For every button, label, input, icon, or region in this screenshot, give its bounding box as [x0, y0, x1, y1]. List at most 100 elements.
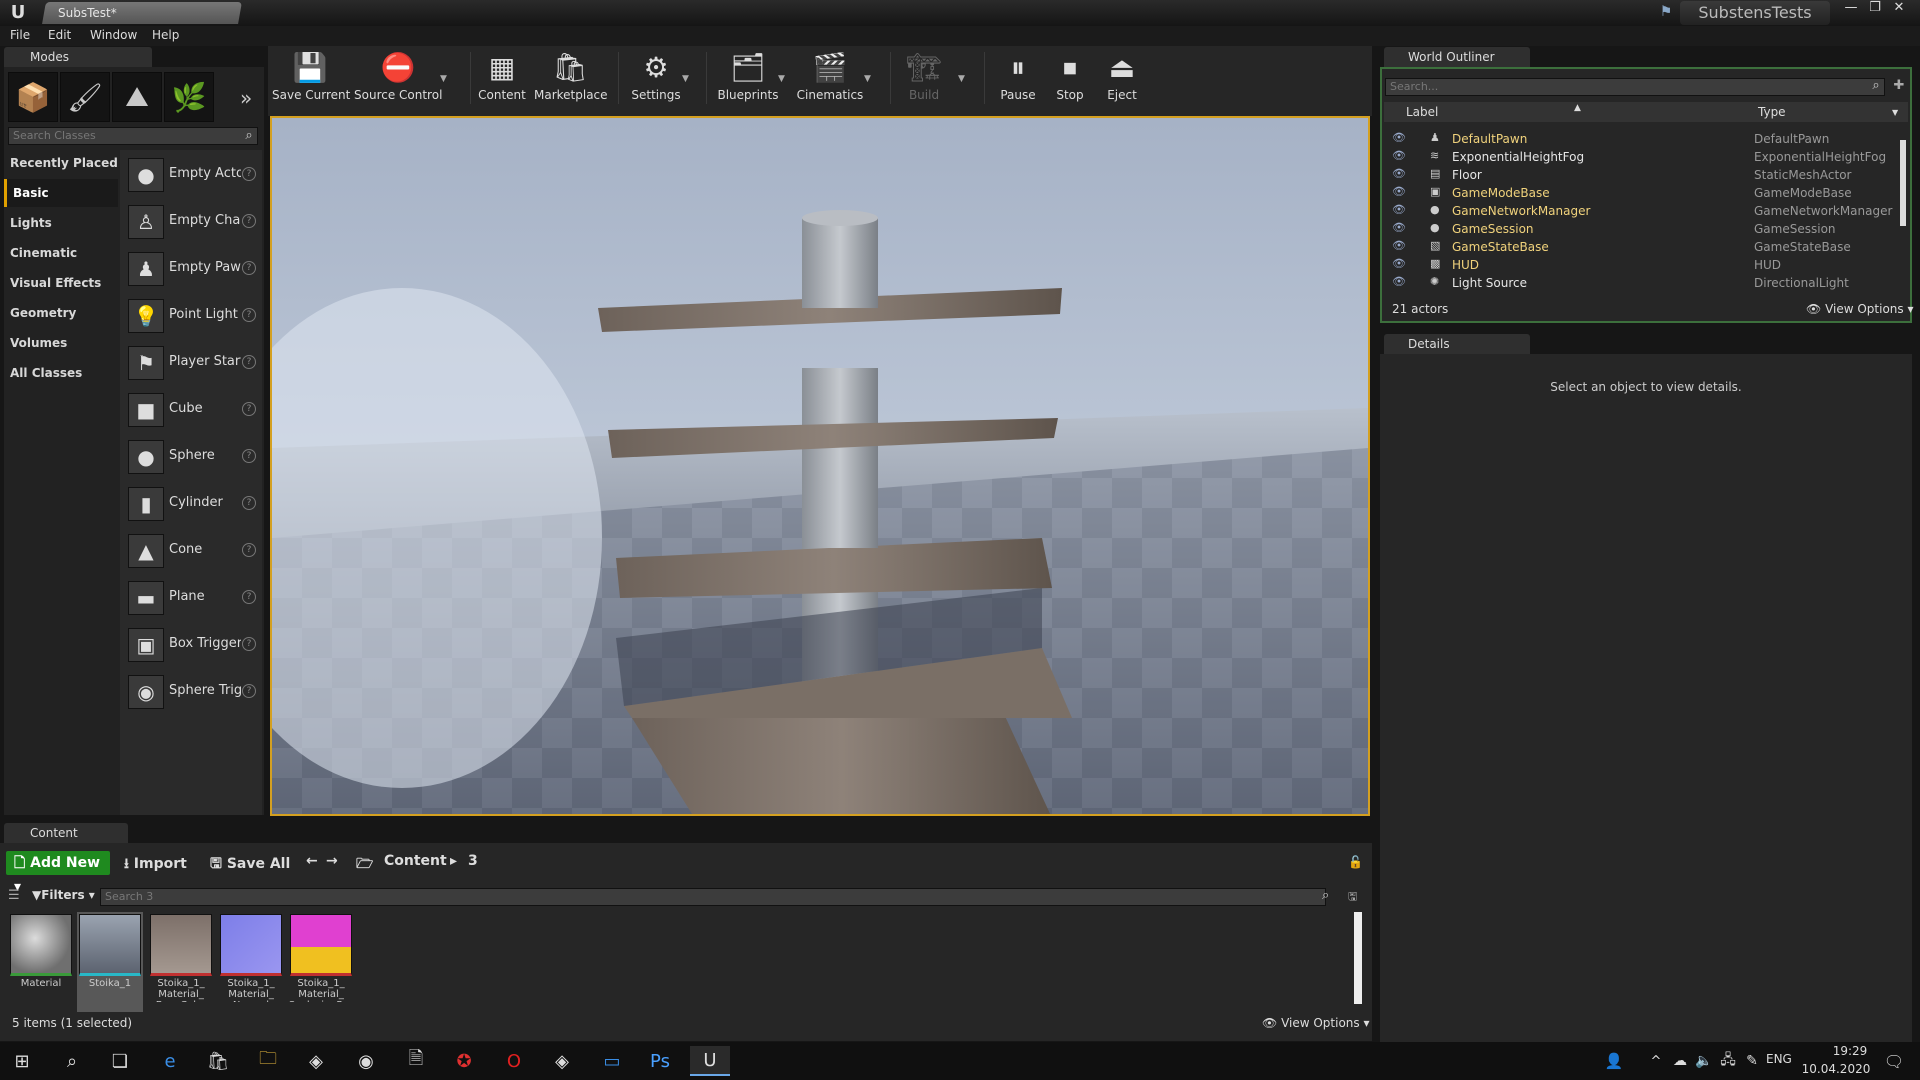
add-actor-icon[interactable]: ✚	[1890, 78, 1908, 96]
help-icon[interactable]: ?	[242, 543, 256, 557]
document-tab[interactable]: SubsTest*	[42, 2, 242, 24]
clock-time[interactable]: 19:29	[1820, 1044, 1880, 1058]
outliner-row[interactable]: 👁 ● GameSession GameSession	[1384, 220, 1898, 238]
save-current-button[interactable]: 💾 Save Current	[272, 48, 350, 108]
marketplace-button[interactable]: 🛍 Marketplace	[534, 48, 608, 108]
more-modes-chevron-icon[interactable]: »	[240, 86, 252, 110]
place-item-cone[interactable]: ▲ Cone?	[124, 528, 262, 572]
maximize-button[interactable]: ❐	[1864, 0, 1886, 18]
category-cinematic[interactable]: Cinematic	[4, 239, 118, 267]
help-icon[interactable]: ?	[242, 308, 256, 322]
place-item-empty-pawn[interactable]: ♟ Empty Pawn?	[124, 246, 262, 290]
substance-app-icon[interactable]: ◈	[296, 1046, 336, 1076]
clock-date[interactable]: 10.04.2020	[1800, 1062, 1872, 1076]
category-basic[interactable]: Basic	[4, 179, 118, 207]
substance-painter-icon[interactable]: ◈	[542, 1046, 582, 1076]
minimize-button[interactable]: —	[1840, 0, 1862, 18]
window-app-icon[interactable]: ▭	[592, 1046, 632, 1076]
details-tab[interactable]: Details	[1384, 334, 1530, 354]
breadcrumb-content[interactable]: Content	[384, 853, 447, 869]
red-app-icon[interactable]: ✪	[444, 1046, 484, 1076]
outliner-row[interactable]: 👁 ≋ ExponentialHeightFog ExponentialHeightF…	[1384, 148, 1898, 166]
cinematics-dropdown-icon[interactable]: ▼	[864, 74, 871, 84]
outliner-row[interactable]: 👁 ● GameNetworkManager GameNetworkManager	[1384, 202, 1898, 220]
content-button[interactable]: ▦ Content	[476, 48, 528, 108]
outliner-row[interactable]: 👁 ✺ Light Source DirectionalLight	[1384, 274, 1898, 292]
blueprints-button[interactable]: 🗂 Blueprints	[714, 48, 782, 108]
task-view-icon[interactable]: ❏	[100, 1046, 140, 1076]
category-visual-effects[interactable]: Visual Effects	[4, 269, 118, 297]
foliage-mode-button[interactable]: 🌿	[164, 72, 214, 122]
help-icon[interactable]: ?	[242, 355, 256, 369]
asset-stoika-1[interactable]: Stoika_1	[77, 912, 143, 1012]
category-all-classes[interactable]: All Classes	[4, 359, 118, 387]
eye-icon[interactable]: 👁	[1392, 275, 1408, 288]
unreal-engine-taskbar-icon[interactable]: U	[690, 1046, 730, 1076]
filters-button[interactable]: ▼Filters ▾	[32, 888, 95, 902]
opera-icon[interactable]: O	[494, 1046, 534, 1076]
eye-icon[interactable]: 👁	[1392, 185, 1408, 198]
eye-icon[interactable]: 👁	[1392, 203, 1408, 216]
close-button[interactable]: ✕	[1888, 0, 1910, 18]
outliner-search-input[interactable]: Search...	[1385, 78, 1885, 96]
column-type-header[interactable]: Type	[1758, 105, 1786, 119]
eject-button[interactable]: ⏏ Eject	[1098, 48, 1146, 108]
notification-icon[interactable]: 🗨	[1874, 1046, 1914, 1076]
paint-mode-button[interactable]: 🖌	[60, 72, 110, 122]
save-search-icon[interactable]: 🖫	[1348, 888, 1357, 907]
place-item-sphere[interactable]: ● Sphere?	[124, 434, 262, 478]
place-item-cylinder[interactable]: ▮ Cylinder?	[124, 481, 262, 525]
category-geometry[interactable]: Geometry	[4, 299, 118, 327]
place-item-empty-actor[interactable]: ● Empty Actor?	[124, 152, 262, 196]
world-outliner-tab[interactable]: World Outliner	[1384, 47, 1530, 67]
content-view-options-button[interactable]: 👁 View Options ▾	[1262, 1016, 1370, 1030]
eye-icon[interactable]: 👁	[1392, 221, 1408, 234]
column-label-header[interactable]: Label	[1406, 105, 1438, 119]
outliner-row[interactable]: 👁 ♟ DefaultPawn DefaultPawn	[1384, 130, 1898, 148]
source-control-button[interactable]: ⛔ Source Control	[354, 48, 442, 108]
save-all-button[interactable]: 🖫 Save All	[210, 853, 290, 877]
level-viewport[interactable]	[270, 116, 1370, 816]
settings-button[interactable]: ⚙ Settings	[626, 48, 686, 108]
help-icon[interactable]: ?	[242, 496, 256, 510]
eye-icon[interactable]: 👁	[1392, 131, 1408, 144]
outliner-row[interactable]: 👁 ▤ Floor StaticMeshActor	[1384, 166, 1898, 184]
source-control-flag-icon[interactable]: ⚑	[1656, 4, 1676, 22]
category-volumes[interactable]: Volumes	[4, 329, 118, 357]
place-item-empty-character[interactable]: ♙ Empty Character?	[124, 199, 262, 243]
outliner-row[interactable]: 👁 ▩ HUD HUD	[1384, 256, 1898, 274]
build-button[interactable]: 🏗 Build	[898, 48, 950, 108]
content-browser-tab[interactable]: Content Browser	[4, 823, 128, 860]
help-icon[interactable]: ?	[242, 637, 256, 651]
outliner-view-options-button[interactable]: 👁 View Options ▾	[1806, 302, 1914, 316]
help-icon[interactable]: ?	[242, 684, 256, 698]
eye-icon[interactable]: 👁	[1392, 239, 1408, 252]
help-icon[interactable]: ?	[242, 167, 256, 181]
content-search-input[interactable]: Search 3	[100, 888, 1326, 906]
search-classes-input[interactable]: Search Classes	[8, 127, 258, 145]
category-lights[interactable]: Lights	[4, 209, 118, 237]
cinematics-button[interactable]: 🎬 Cinematics	[796, 48, 864, 108]
lock-icon[interactable]: 🔓	[1348, 855, 1363, 869]
category-recently-placed[interactable]: Recently Placed	[4, 149, 118, 177]
eye-icon[interactable]: 👁	[1392, 167, 1408, 180]
place-item-point-light[interactable]: 💡 Point Light?	[124, 293, 262, 337]
menu-window[interactable]: Window	[90, 28, 137, 42]
sources-toggle-icon[interactable]: ☰	[8, 888, 20, 903]
asset-material[interactable]: Material	[8, 912, 74, 1012]
unreal-logo-icon[interactable]: U	[6, 2, 30, 24]
asset-stoika-basecolor[interactable]: Stoika_1_ Material_ BaseColor	[148, 912, 214, 1012]
help-icon[interactable]: ?	[242, 449, 256, 463]
column-dropdown-icon[interactable]: ▼	[1892, 108, 1898, 117]
place-item-player-start[interactable]: ⚑ Player Start?	[124, 340, 262, 384]
asset-stoika-orm[interactable]: Stoika_1_ Material_ OcclusionRoughnessMe…	[288, 912, 354, 1012]
source-control-dropdown-icon[interactable]: ▼	[440, 74, 447, 84]
menu-file[interactable]: File	[10, 28, 30, 42]
photoshop-icon[interactable]: Ps	[640, 1046, 680, 1076]
asset-stoika-normal[interactable]: Stoika_1_ Material_ Normal	[218, 912, 284, 1012]
blueprints-dropdown-icon[interactable]: ▼	[778, 74, 785, 84]
help-icon[interactable]: ?	[242, 261, 256, 275]
people-icon[interactable]: 👤	[1594, 1046, 1634, 1076]
windows-start-icon[interactable]: ⊞	[2, 1046, 42, 1076]
menu-help[interactable]: Help	[152, 28, 179, 42]
